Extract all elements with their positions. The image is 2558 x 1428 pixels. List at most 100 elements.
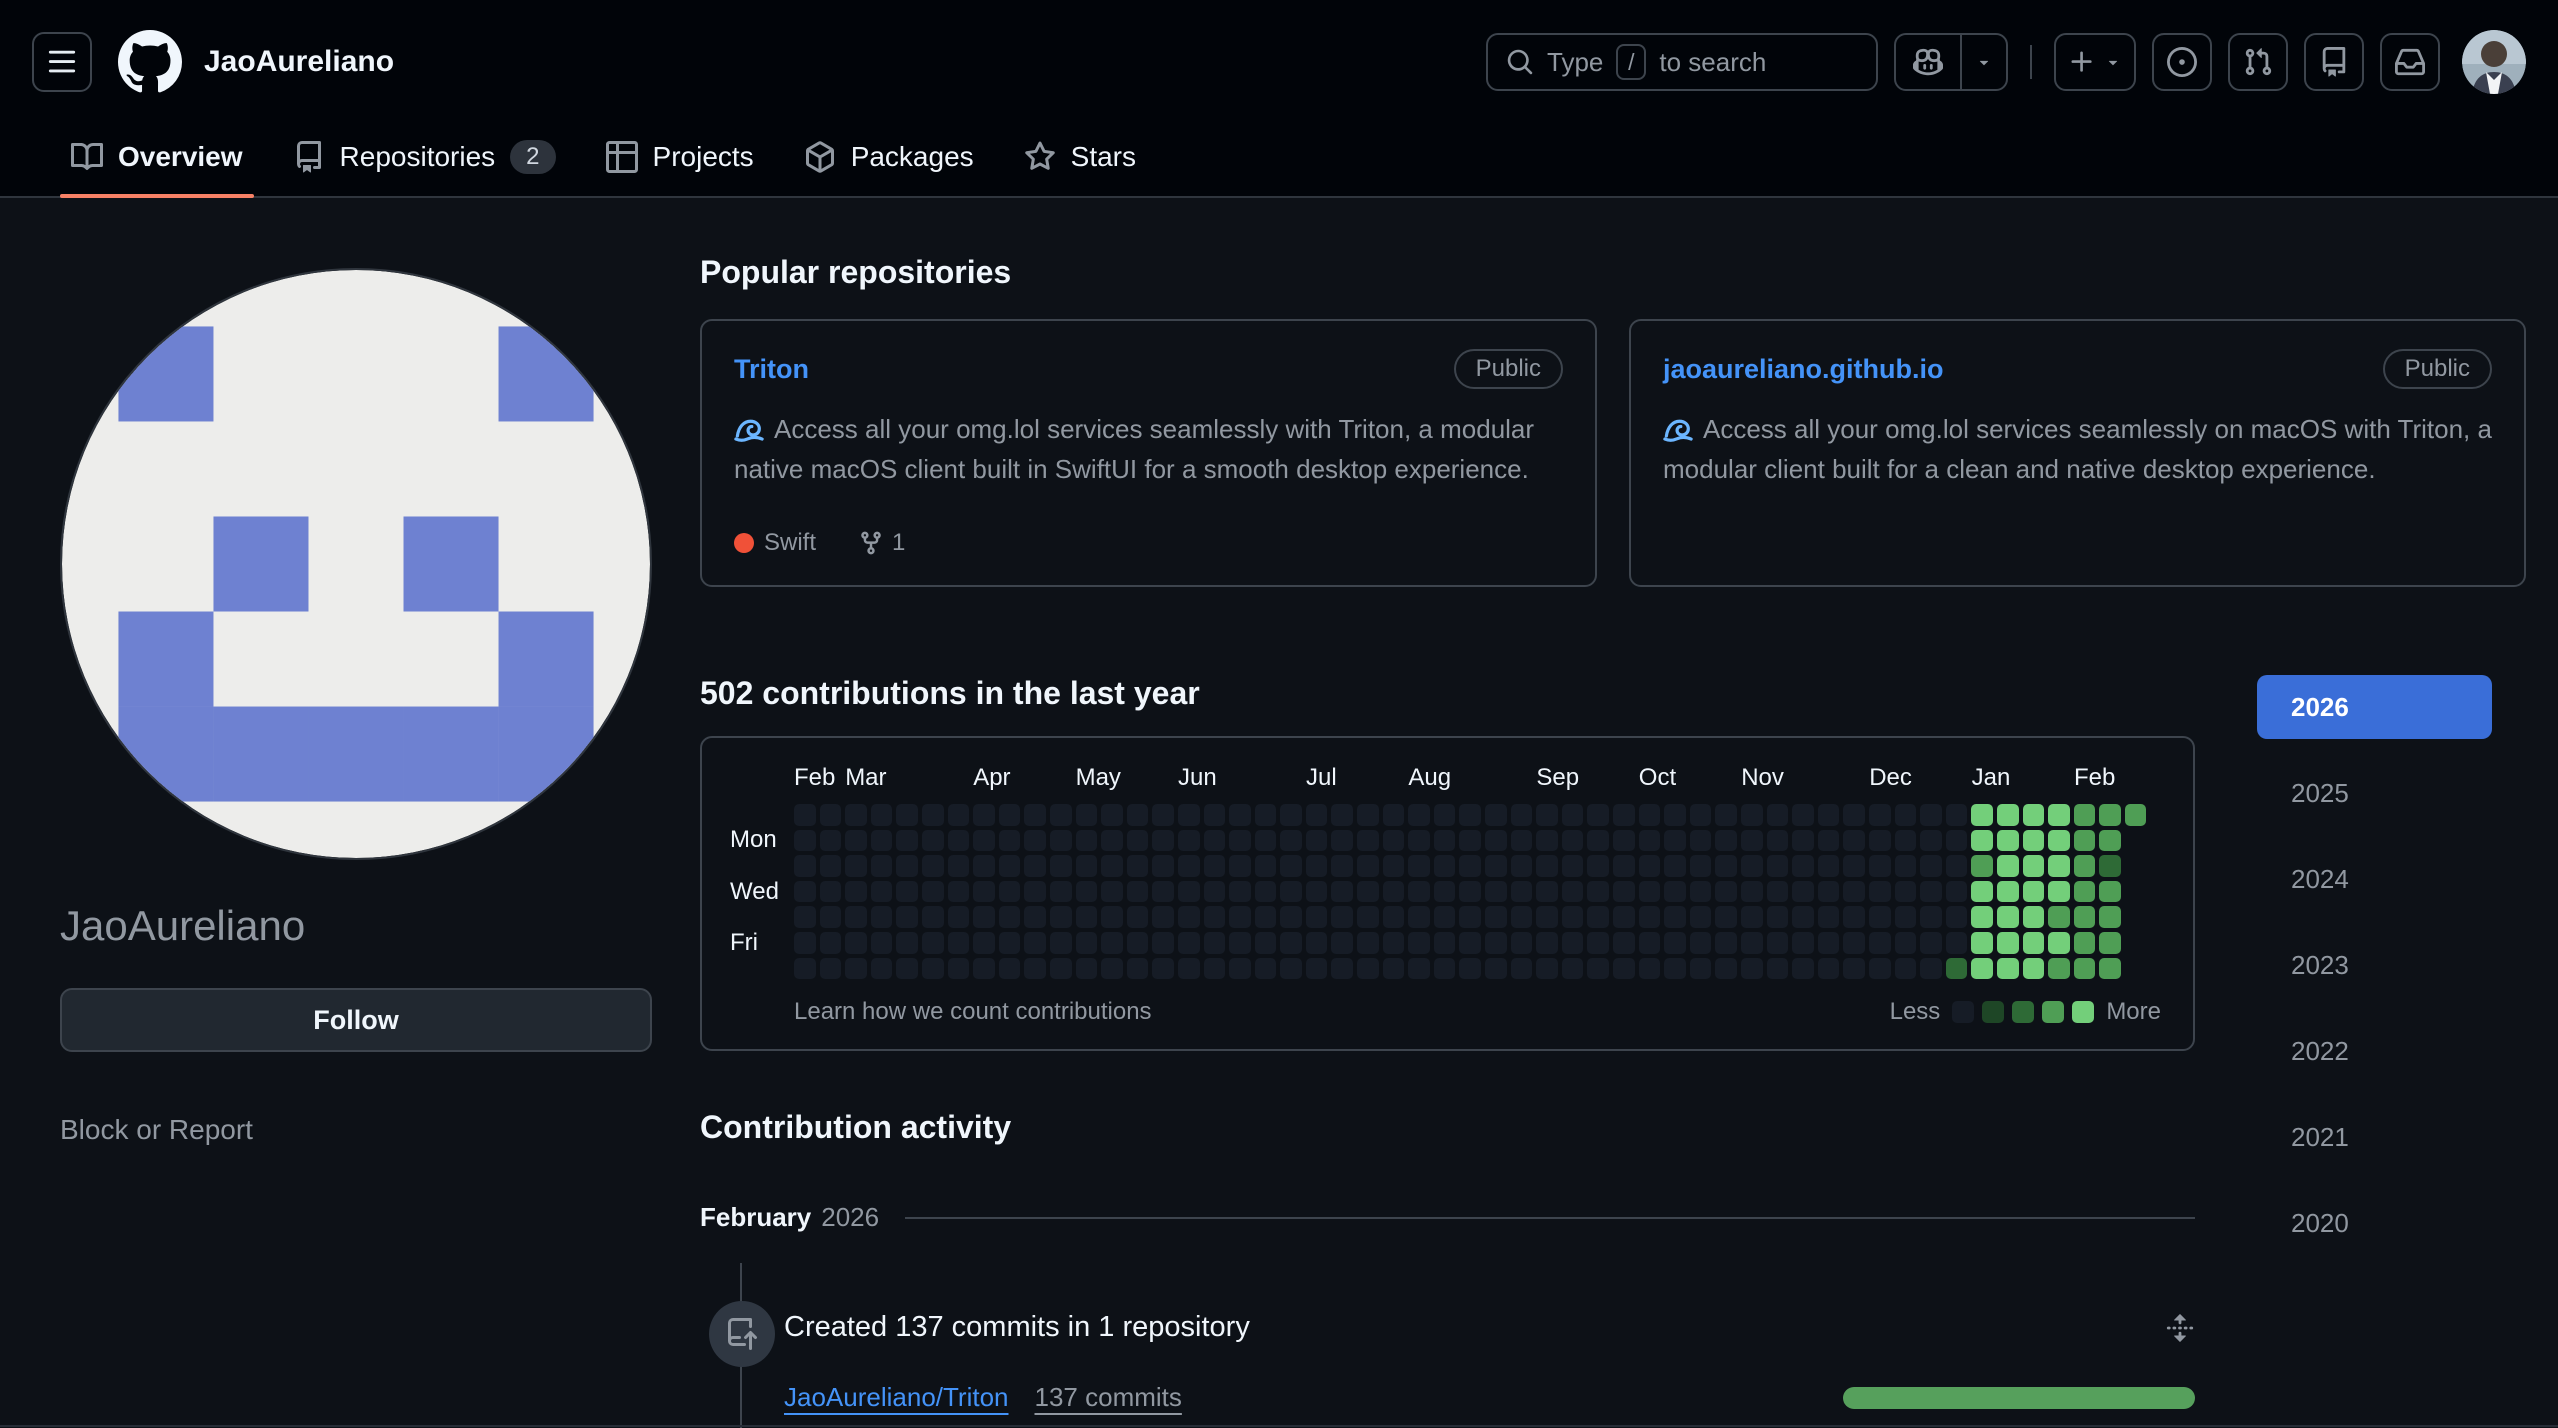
learn-contributions-link[interactable]: Learn how we count contributions: [794, 998, 1152, 1026]
contribution-day-cell[interactable]: [2099, 830, 2121, 852]
contribution-day-cell[interactable]: [1639, 881, 1661, 903]
contribution-day-cell[interactable]: [1715, 830, 1737, 852]
contribution-day-cell[interactable]: [820, 958, 842, 980]
contribution-day-cell[interactable]: [1459, 881, 1481, 903]
contribution-day-cell[interactable]: [1536, 804, 1558, 826]
contribution-day-cell[interactable]: [1357, 804, 1379, 826]
contribution-day-cell[interactable]: [948, 906, 970, 928]
contribution-day-cell[interactable]: [1357, 830, 1379, 852]
contribution-day-cell[interactable]: [1664, 881, 1686, 903]
contribution-day-cell[interactable]: [1331, 804, 1353, 826]
contribution-day-cell[interactable]: [1843, 830, 1865, 852]
contribution-day-cell[interactable]: [2023, 804, 2045, 826]
tab-overview[interactable]: Overview: [46, 118, 268, 196]
contribution-day-cell[interactable]: [1050, 906, 1072, 928]
contribution-day-cell[interactable]: [896, 881, 918, 903]
contribution-day-cell[interactable]: [1229, 958, 1251, 980]
contribution-day-cell[interactable]: [2048, 881, 2070, 903]
contribution-day-cell[interactable]: [1920, 830, 1942, 852]
contribution-day-cell[interactable]: [2048, 906, 2070, 928]
contribution-day-cell[interactable]: [973, 804, 995, 826]
contribution-day-cell[interactable]: [1229, 830, 1251, 852]
contribution-day-cell[interactable]: [1434, 906, 1456, 928]
contribution-day-cell[interactable]: [1639, 932, 1661, 954]
contribution-day-cell[interactable]: [1895, 906, 1917, 928]
contribution-day-cell[interactable]: [1997, 830, 2019, 852]
contribution-day-cell[interactable]: [1767, 830, 1789, 852]
contribution-day-cell[interactable]: [794, 830, 816, 852]
contribution-day-cell[interactable]: [1408, 906, 1430, 928]
contribution-day-cell[interactable]: [2048, 958, 2070, 980]
contribution-day-cell[interactable]: [1767, 906, 1789, 928]
contribution-day-cell[interactable]: [1229, 906, 1251, 928]
contribution-day-cell[interactable]: [845, 958, 867, 980]
contribution-day-cell[interactable]: [1229, 804, 1251, 826]
contribution-day-cell[interactable]: [1920, 881, 1942, 903]
activity-repo-link[interactable]: JaoAureliano/Triton: [784, 1382, 1009, 1413]
user-avatar[interactable]: [2462, 30, 2526, 94]
contribution-day-cell[interactable]: [1459, 855, 1481, 877]
contribution-day-cell[interactable]: [1255, 881, 1277, 903]
contribution-day-cell[interactable]: [1331, 906, 1353, 928]
contribution-day-cell[interactable]: [1690, 804, 1712, 826]
contribution-day-cell[interactable]: [2023, 830, 2045, 852]
contribution-day-cell[interactable]: [1690, 830, 1712, 852]
contribution-day-cell[interactable]: [948, 855, 970, 877]
contribution-day-cell[interactable]: [1971, 906, 1993, 928]
contribution-day-cell[interactable]: [1613, 855, 1635, 877]
contribution-day-cell[interactable]: [922, 855, 944, 877]
contribution-day-cell[interactable]: [1587, 958, 1609, 980]
contribution-day-cell[interactable]: [1792, 932, 1814, 954]
contribution-day-cell[interactable]: [1715, 881, 1737, 903]
contribution-day-cell[interactable]: [1152, 881, 1174, 903]
contribution-day-cell[interactable]: [1178, 906, 1200, 928]
contribution-day-cell[interactable]: [1511, 855, 1533, 877]
contribution-day-cell[interactable]: [1971, 830, 1993, 852]
contribution-day-cell[interactable]: [1869, 804, 1891, 826]
contribution-day-cell[interactable]: [1152, 830, 1174, 852]
contribution-day-cell[interactable]: [1511, 804, 1533, 826]
contribution-day-cell[interactable]: [1869, 906, 1891, 928]
contribution-day-cell[interactable]: [1664, 958, 1686, 980]
contribution-day-cell[interactable]: [1280, 855, 1302, 877]
contribution-day-cell[interactable]: [973, 906, 995, 928]
contribution-day-cell[interactable]: [1024, 881, 1046, 903]
contribution-day-cell[interactable]: [973, 958, 995, 980]
contribution-day-cell[interactable]: [1280, 830, 1302, 852]
contribution-day-cell[interactable]: [1127, 906, 1149, 928]
contribution-day-cell[interactable]: [973, 830, 995, 852]
contribution-day-cell[interactable]: [1664, 906, 1686, 928]
contribution-day-cell[interactable]: [1562, 932, 1584, 954]
contribution-day-cell[interactable]: [2074, 932, 2096, 954]
contribution-day-cell[interactable]: [1895, 958, 1917, 980]
contribution-day-cell[interactable]: [1690, 855, 1712, 877]
contribution-day-cell[interactable]: [845, 804, 867, 826]
hamburger-menu-button[interactable]: [32, 32, 92, 92]
contribution-day-cell[interactable]: [1895, 830, 1917, 852]
contribution-day-cell[interactable]: [1434, 830, 1456, 852]
contribution-day-cell[interactable]: [1383, 906, 1405, 928]
contribution-day-cell[interactable]: [922, 881, 944, 903]
contribution-day-cell[interactable]: [1152, 855, 1174, 877]
contribution-day-cell[interactable]: [1715, 958, 1737, 980]
contribution-day-cell[interactable]: [1664, 830, 1686, 852]
contribution-day-cell[interactable]: [1639, 804, 1661, 826]
contribution-day-cell[interactable]: [871, 830, 893, 852]
contribution-day-cell[interactable]: [1408, 855, 1430, 877]
contribution-day-cell[interactable]: [1920, 932, 1942, 954]
contribution-day-cell[interactable]: [2023, 855, 2045, 877]
contribution-day-cell[interactable]: [1485, 830, 1507, 852]
contribution-day-cell[interactable]: [1741, 906, 1763, 928]
contribution-day-cell[interactable]: [1152, 804, 1174, 826]
contribution-day-cell[interactable]: [1997, 906, 2019, 928]
contribution-day-cell[interactable]: [1459, 906, 1481, 928]
contribution-day-cell[interactable]: [1587, 804, 1609, 826]
contribution-day-cell[interactable]: [1767, 804, 1789, 826]
contribution-day-cell[interactable]: [1076, 906, 1098, 928]
contribution-day-cell[interactable]: [1613, 804, 1635, 826]
contribution-day-cell[interactable]: [1511, 830, 1533, 852]
contribution-day-cell[interactable]: [2099, 906, 2121, 928]
contribution-day-cell[interactable]: [1331, 932, 1353, 954]
contribution-day-cell[interactable]: [871, 958, 893, 980]
contribution-day-cell[interactable]: [1971, 855, 1993, 877]
